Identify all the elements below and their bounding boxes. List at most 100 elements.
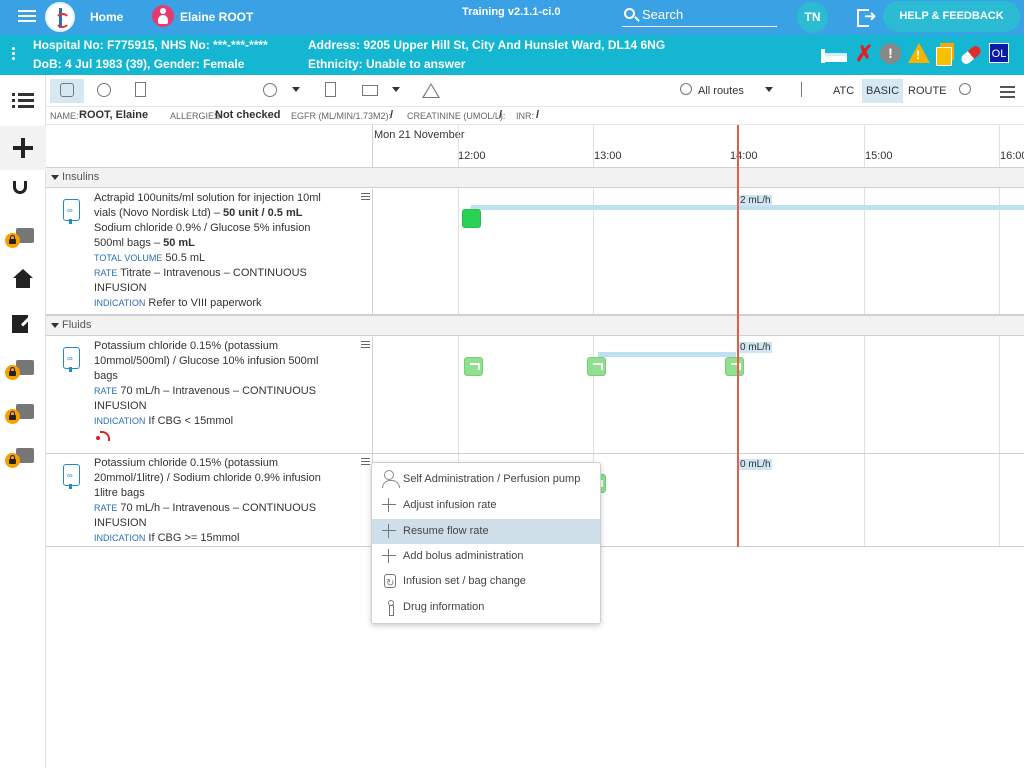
administration-marker[interactable] (725, 357, 744, 376)
section-insulins[interactable]: Insulins (46, 167, 1024, 188)
lock-icon (5, 453, 20, 468)
nav-clinical[interactable] (0, 170, 46, 214)
pills-button[interactable] (953, 79, 977, 103)
logout-icon[interactable] (857, 7, 877, 27)
search-label: Search (642, 7, 684, 22)
plus-icon (12, 137, 34, 159)
basic-tab[interactable]: BASIC (862, 79, 904, 103)
route-tab[interactable]: ROUTE (904, 79, 951, 103)
home-link[interactable]: Home (90, 10, 123, 24)
plus-icon (382, 498, 396, 512)
row-menu-icon[interactable] (361, 458, 370, 467)
more-menu-icon[interactable] (996, 83, 1020, 107)
hour-label: 15:00 (865, 150, 893, 162)
chart-toolbar: All routes ATC BASIC ROUTE (46, 75, 1024, 107)
flow-rate-label: 0 mL/h (739, 342, 772, 353)
search-input[interactable]: Search (622, 6, 777, 27)
chevron-down-icon[interactable] (392, 87, 400, 92)
hour-label: 12:00 (458, 150, 486, 162)
hour-label: 14:00 (730, 150, 758, 162)
atc-tab[interactable]: ATC (829, 79, 858, 103)
pill-icon[interactable] (959, 44, 983, 66)
print-icon (362, 85, 378, 96)
warning-button[interactable] (419, 79, 443, 103)
patient-name[interactable]: Elaine ROOT (180, 10, 253, 24)
document-button[interactable] (128, 79, 152, 103)
patient-info-line: NAME: ROOT, Elaine ALLERGIES: Not checke… (46, 107, 1024, 125)
chevron-down-icon[interactable] (292, 87, 300, 92)
row-menu-icon[interactable] (361, 193, 370, 202)
home-icon (12, 269, 34, 291)
chevron-down-icon[interactable] (765, 87, 773, 92)
cross-alert-icon[interactable]: ✗ (855, 43, 877, 65)
add-medication-button[interactable] (258, 79, 282, 103)
nav-home[interactable] (0, 258, 46, 302)
context-menu: Self Administration / Perfusion pump Adj… (371, 462, 601, 624)
nav-camera[interactable] (0, 214, 46, 258)
nav-edit[interactable] (0, 302, 46, 346)
patient-avatar-icon (152, 5, 174, 27)
medication-row[interactable]: ∞ Potassium chloride 0.15% (potassium 10… (46, 337, 1024, 454)
sort-icon (801, 82, 809, 97)
collapse-icon (51, 175, 59, 180)
menu-item-adjust-rate[interactable]: Adjust infusion rate (372, 493, 600, 518)
patient-address: Address: 9205 Upper Hill St, City And Hu… (308, 38, 666, 52)
egfr-label: EGFR (ML/MIN/1.73M2): (291, 111, 392, 121)
top-bar: Home Elaine ROOT Training v2.1.1-ci.0 Se… (0, 0, 1024, 35)
notes-icon[interactable] (934, 43, 956, 66)
no-entry-button[interactable] (92, 79, 116, 103)
nav-locked-3[interactable] (0, 434, 46, 478)
no-entry-icon (97, 83, 111, 97)
warning-icon[interactable]: ! (908, 43, 930, 63)
exclamation-icon[interactable]: ! (880, 43, 901, 64)
flow-rate-label: 2 mL/h (739, 195, 772, 206)
nav-list[interactable] (0, 82, 46, 126)
calculator-icon (325, 82, 336, 97)
timeline-date: Mon 21 November (374, 129, 465, 141)
menu-item-resume-flow[interactable]: Resume flow rate (372, 519, 600, 544)
patient-banner: Hospital No: F775915, NHS No: ***-***-**… (0, 35, 1024, 75)
menu-item-self-administration[interactable]: Self Administration / Perfusion pump (372, 467, 600, 492)
bed-icon[interactable] (820, 43, 847, 65)
lock-icon (5, 409, 20, 424)
menu-item-bag-change[interactable]: Infusion set / bag change (372, 569, 600, 596)
menu-item-add-bolus[interactable]: Add bolus administration (372, 544, 600, 569)
medication-row[interactable]: ∞ Actrapid 100units/ml solution for inje… (46, 189, 1024, 315)
infusion-bar[interactable] (598, 352, 736, 357)
nav-locked-1[interactable] (0, 346, 46, 390)
help-feedback-button[interactable]: HELP & FEEDBACK (883, 1, 1020, 32)
administration-marker[interactable] (464, 357, 483, 376)
hand-icon (60, 83, 74, 97)
current-time-line (737, 125, 739, 547)
administration-marker[interactable] (587, 357, 606, 376)
nav-add[interactable] (0, 126, 46, 170)
allergies-value[interactable]: Not checked (215, 109, 280, 121)
nav-locked-2[interactable] (0, 390, 46, 434)
hand-view-button[interactable] (50, 79, 84, 103)
administration-marker[interactable] (462, 209, 481, 228)
menu-item-drug-information[interactable]: Drug information (372, 595, 600, 620)
left-nav (0, 75, 46, 768)
collapse-icon (51, 323, 59, 328)
menu-icon[interactable] (18, 10, 36, 24)
row-menu-icon[interactable] (361, 341, 370, 350)
user-avatar[interactable]: TN (797, 2, 828, 33)
medication-description: Actrapid 100units/ml solution for inject… (94, 192, 321, 309)
medication-description: Potassium chloride 0.15% (potassium 10mm… (94, 340, 319, 427)
lock-icon (5, 365, 20, 380)
banner-menu-icon[interactable] (12, 47, 16, 62)
inr-label: INR: (516, 111, 534, 121)
app-logo[interactable] (45, 2, 75, 32)
routes-select[interactable]: All routes (694, 79, 748, 103)
section-fluids[interactable]: Fluids (46, 315, 1024, 336)
print-button[interactable] (358, 79, 382, 103)
sort-button[interactable] (794, 79, 818, 103)
calculator-button[interactable] (318, 79, 342, 103)
plus-icon (382, 524, 396, 538)
section-title: Insulins (62, 171, 100, 183)
name-value: ROOT, Elaine (79, 109, 149, 121)
list-icon (12, 93, 34, 115)
ol-badge[interactable]: OL (989, 43, 1009, 63)
hospital-number: Hospital No: F775915, NHS No: ***-***-**… (33, 38, 268, 52)
name-label: NAME: (50, 111, 79, 121)
